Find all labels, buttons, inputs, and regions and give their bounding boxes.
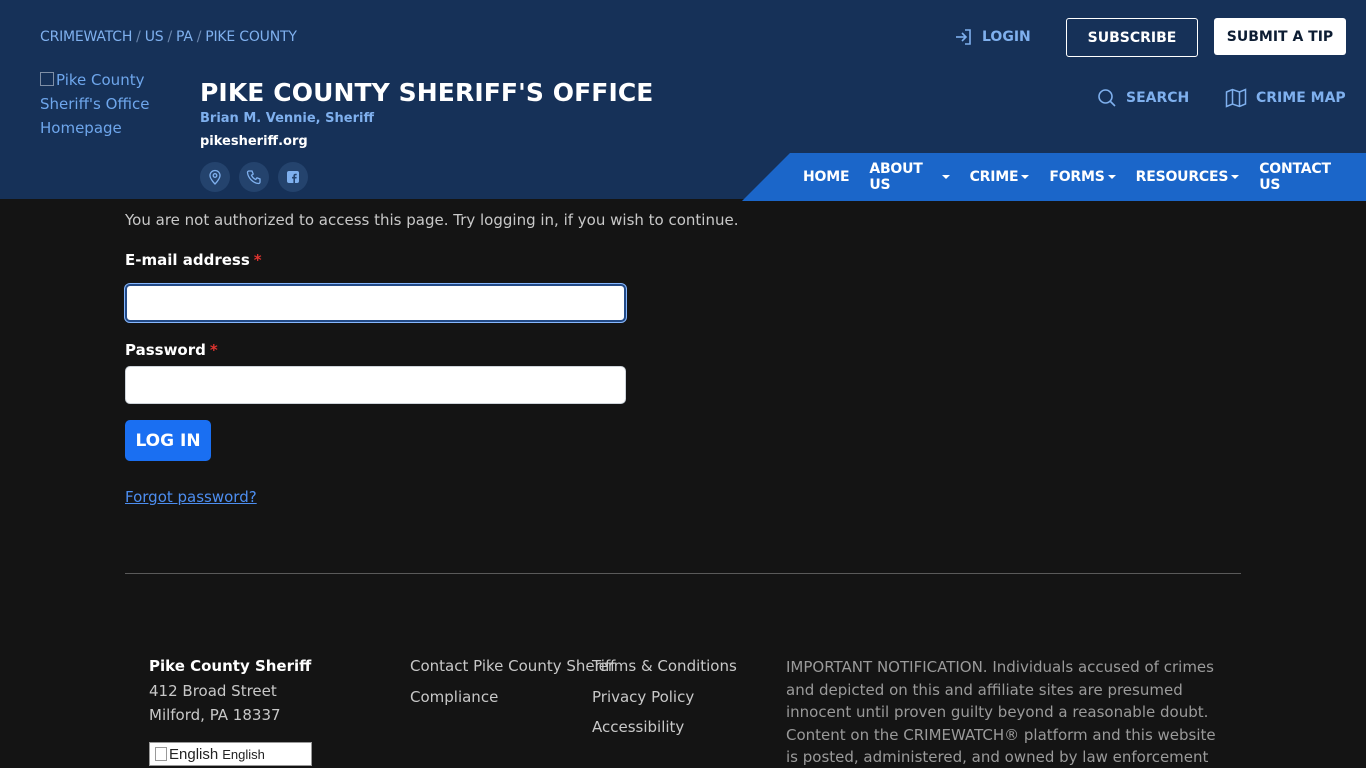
login-button[interactable]: LOG IN	[125, 420, 211, 461]
forgot-password-link[interactable]: Forgot password?	[125, 488, 257, 506]
agency-title: PIKE COUNTY SHERIFF'S OFFICE	[200, 78, 654, 107]
footer-link-contact[interactable]: Contact Pike County Sheriff	[410, 657, 615, 675]
email-label: E-mail address *	[125, 251, 262, 269]
language-value: English	[222, 746, 265, 762]
search-link[interactable]: SEARCH	[1097, 88, 1189, 108]
password-label-text: Password	[125, 341, 206, 359]
nav-crime[interactable]: CRIME	[970, 169, 1030, 185]
logo-alt-text: Pike County Sheriff's Office Homepage	[40, 71, 150, 137]
breadcrumb-separator: /	[196, 29, 202, 45]
subscribe-button[interactable]: SUBSCRIBE	[1066, 18, 1198, 57]
location-pin-icon[interactable]	[200, 162, 230, 192]
nav-resources-label: RESOURCES	[1135, 169, 1229, 185]
caret-down-icon	[941, 175, 950, 179]
breadcrumb-separator: /	[136, 29, 141, 45]
agency-subtitle: Brian M. Vennie, Sheriff	[200, 111, 374, 126]
breadcrumb: CRIMEWATCH / US / PA / PIKE COUNTY	[40, 29, 297, 45]
password-label: Password *	[125, 341, 218, 359]
breadcrumb-pike-county[interactable]: PIKE COUNTY	[205, 29, 297, 45]
caret-down-icon	[1231, 175, 1240, 179]
footer-address-line2: Milford, PA 18337	[149, 706, 281, 724]
breadcrumb-crimewatch[interactable]: CRIMEWATCH	[40, 29, 132, 45]
social-links	[200, 162, 308, 192]
nav-home[interactable]: HOME	[803, 169, 850, 185]
language-selector[interactable]: English English	[149, 742, 312, 766]
footer-address-line1: 412 Broad Street	[149, 682, 277, 700]
footer-link-compliance[interactable]: Compliance	[410, 688, 498, 706]
login-link[interactable]: LOGIN	[954, 27, 1031, 47]
search-icon	[1098, 89, 1116, 107]
access-notice: You are not authorized to access this pa…	[125, 211, 739, 229]
nav-forms-label: FORMS	[1049, 169, 1105, 185]
nav-about-us[interactable]: ABOUT US	[869, 161, 950, 193]
nav-home-label: HOME	[803, 169, 850, 185]
nav-contact-us[interactable]: CONTACT US	[1259, 161, 1346, 193]
nav-resources[interactable]: RESOURCES	[1136, 169, 1240, 185]
submit-tip-button[interactable]: SUBMIT A TIP	[1214, 18, 1346, 55]
broken-image-icon	[40, 72, 54, 86]
facebook-icon[interactable]	[278, 162, 308, 192]
important-notification: IMPORTANT NOTIFICATION. Individuals accu…	[786, 658, 1216, 766]
breadcrumb-pa[interactable]: PA	[176, 29, 193, 45]
main-nav: HOME ABOUT US CRIME FORMS RESOURCES CONT…	[803, 153, 1366, 201]
footer-link-terms[interactable]: Terms & Conditions	[592, 657, 737, 675]
crime-map-link[interactable]: CRIME MAP	[1225, 88, 1346, 108]
email-field[interactable]	[125, 284, 626, 322]
nav-contact-us-label: CONTACT US	[1259, 161, 1331, 193]
search-label: SEARCH	[1126, 90, 1190, 106]
password-field[interactable]	[125, 366, 626, 404]
breadcrumb-us[interactable]: US	[145, 29, 164, 45]
crime-map-label: CRIME MAP	[1256, 90, 1346, 106]
nav-crime-label: CRIME	[969, 169, 1019, 185]
language-flag-alt: English	[169, 745, 219, 763]
footer-agency-name: Pike County Sheriff	[149, 657, 312, 675]
login-label: LOGIN	[982, 29, 1031, 45]
flag-icon	[155, 747, 167, 761]
breadcrumb-separator: /	[167, 29, 172, 45]
agency-website-link[interactable]: pikesheriff.org	[200, 134, 308, 149]
agency-logo[interactable]: Pike County Sheriff's Office Homepage	[40, 68, 170, 140]
footer-link-privacy[interactable]: Privacy Policy	[592, 688, 694, 706]
nav-forms[interactable]: FORMS	[1049, 169, 1116, 185]
caret-down-icon	[1021, 175, 1030, 179]
login-icon	[956, 29, 971, 45]
caret-down-icon	[1107, 175, 1116, 179]
footer-divider	[125, 573, 1241, 574]
required-marker: *	[253, 251, 262, 269]
email-label-text: E-mail address	[125, 251, 250, 269]
phone-icon[interactable]	[239, 162, 269, 192]
map-icon	[1225, 88, 1247, 108]
required-marker: *	[209, 341, 218, 359]
footer-link-accessibility[interactable]: Accessibility	[592, 718, 684, 736]
nav-about-us-label: ABOUT US	[869, 161, 923, 193]
